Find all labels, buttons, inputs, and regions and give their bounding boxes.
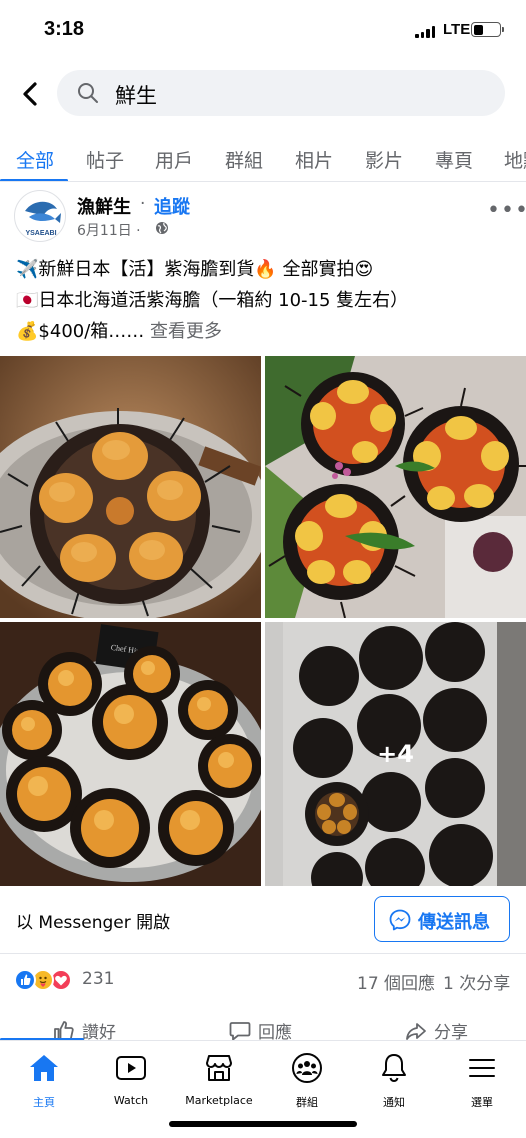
search-input[interactable]: 鮮生 [57, 70, 505, 116]
sea-urchin-photo-3: Chef Hiro [0, 622, 261, 886]
nav-home-label: 主頁 [33, 1096, 55, 1109]
tab-groups[interactable]: 群組 [225, 146, 263, 173]
post-actions: 讚好 回應 分享 [0, 1008, 526, 1042]
comment-icon [229, 1021, 251, 1040]
shares-count[interactable]: 1 次分享 [443, 969, 510, 994]
messenger-icon [389, 909, 411, 931]
avatar-text: YSAEABI [25, 230, 56, 237]
photo-sea-urchin-plate[interactable] [0, 356, 261, 618]
back-button[interactable] [16, 80, 44, 108]
comment-label: 回應 [258, 1023, 292, 1042]
nav-marketplace-label: Marketplace [185, 1094, 253, 1107]
like-reaction-icon [14, 969, 36, 991]
tab-photos[interactable]: 相片 [295, 146, 333, 173]
bell-icon [382, 1054, 406, 1083]
nav-watch-label: Watch [113, 1094, 149, 1107]
photo-sea-urchin-ice[interactable]: Chef Hiro [0, 622, 261, 886]
video-icon [116, 1056, 146, 1080]
home-indicator [169, 1121, 357, 1127]
messenger-row: 以 Messenger 開啟 傳送訊息 [0, 886, 526, 954]
tab-places[interactable]: 地點 [504, 146, 526, 173]
photo-grid: Chef Hiro +4 [0, 356, 526, 886]
network-label: LTE [443, 21, 471, 38]
search-row: 鮮生 [0, 70, 526, 118]
tab-all[interactable]: 全部 [16, 146, 54, 173]
storefront-icon [206, 1055, 232, 1081]
nav-watch[interactable]: Watch [87, 1051, 175, 1107]
share-button[interactable]: 分享 [404, 1018, 468, 1042]
post-line: 💰$400/箱…… 查看更多 [16, 316, 516, 347]
author-name[interactable]: 漁鮮生 [77, 193, 131, 219]
battery-icon [471, 22, 504, 37]
reaction-count: 231 [82, 969, 115, 989]
post-line: 🇯🇵日本北海道活紫海膽（一箱約 10-15 隻左右） [16, 290, 409, 311]
groups-icon [292, 1053, 322, 1083]
signal-icon [415, 26, 435, 38]
search-query: 鮮生 [115, 84, 157, 108]
share-label: 分享 [434, 1023, 468, 1042]
see-more-link[interactable]: 查看更多 [150, 321, 222, 342]
comment-button[interactable]: 回應 [228, 1018, 292, 1042]
nav-groups[interactable]: 群組 [263, 1051, 351, 1110]
nav-marketplace[interactable]: Marketplace [175, 1051, 263, 1107]
fish-logo-icon: YSAEABI [25, 201, 61, 237]
reactions-summary[interactable]: 231 17 個回應 1 次分享 [0, 960, 526, 1000]
nav-menu[interactable]: 選單 [438, 1051, 526, 1110]
nav-groups-label: 群組 [296, 1096, 318, 1109]
search-icon [78, 83, 98, 103]
post-date[interactable]: 6月11日 · [77, 220, 141, 240]
post-header: YSAEABI 漁鮮生 · 追蹤 6月11日 · ••• [0, 186, 526, 246]
nav-menu-label: 選單 [471, 1096, 493, 1109]
share-arrow-icon [406, 1022, 426, 1040]
search-filter-tabs: 全部 帖子 用戶 群組 相片 影片 專頁 地點 [0, 138, 526, 182]
sea-urchin-photo-1 [0, 356, 261, 618]
globe-icon [156, 222, 168, 234]
messenger-prompt: 以 Messenger 開啟 [16, 913, 171, 933]
active-tab-indicator [0, 179, 68, 181]
photo-sea-urchin-box[interactable]: +4 [265, 622, 526, 886]
tab-pages[interactable]: 專頁 [435, 146, 473, 173]
status-time: 3:18 [44, 18, 85, 40]
like-label: 讚好 [82, 1023, 116, 1042]
back-arrow-icon [23, 82, 37, 106]
hamburger-menu-icon [469, 1059, 495, 1077]
status-bar: 3:18 LTE [0, 0, 526, 62]
nav-notifications-label: 通知 [383, 1096, 405, 1109]
name-separator: · [140, 194, 146, 214]
send-message-label: 傳送訊息 [418, 912, 490, 933]
reaction-icons [14, 969, 78, 991]
photo-sea-urchin-ikura[interactable] [265, 356, 526, 618]
home-icon [30, 1055, 58, 1081]
send-message-button[interactable]: 傳送訊息 [374, 896, 510, 942]
post-line-text: 💰$400/箱…… [16, 321, 145, 342]
post-line: ✈️新鮮日本【活】紫海膽到貨🔥 全部實拍😍 [16, 259, 374, 280]
comments-count[interactable]: 17 個回應 [357, 969, 435, 994]
follow-button[interactable]: 追蹤 [154, 193, 190, 219]
nav-home[interactable]: 主頁 [0, 1051, 88, 1110]
tab-people[interactable]: 用戶 [155, 146, 193, 173]
more-options-button[interactable]: ••• [487, 198, 526, 223]
sea-urchin-photo-2 [265, 356, 526, 618]
tab-videos[interactable]: 影片 [365, 146, 403, 173]
more-photos-count: +4 [377, 740, 414, 768]
tab-posts[interactable]: 帖子 [86, 146, 124, 173]
post-text: ✈️新鮮日本【活】紫海膽到貨🔥 全部實拍😍 🇯🇵日本北海道活紫海膽（一箱約 10… [16, 254, 516, 347]
avatar[interactable]: YSAEABI [14, 190, 66, 242]
nav-notifications[interactable]: 通知 [350, 1051, 438, 1110]
